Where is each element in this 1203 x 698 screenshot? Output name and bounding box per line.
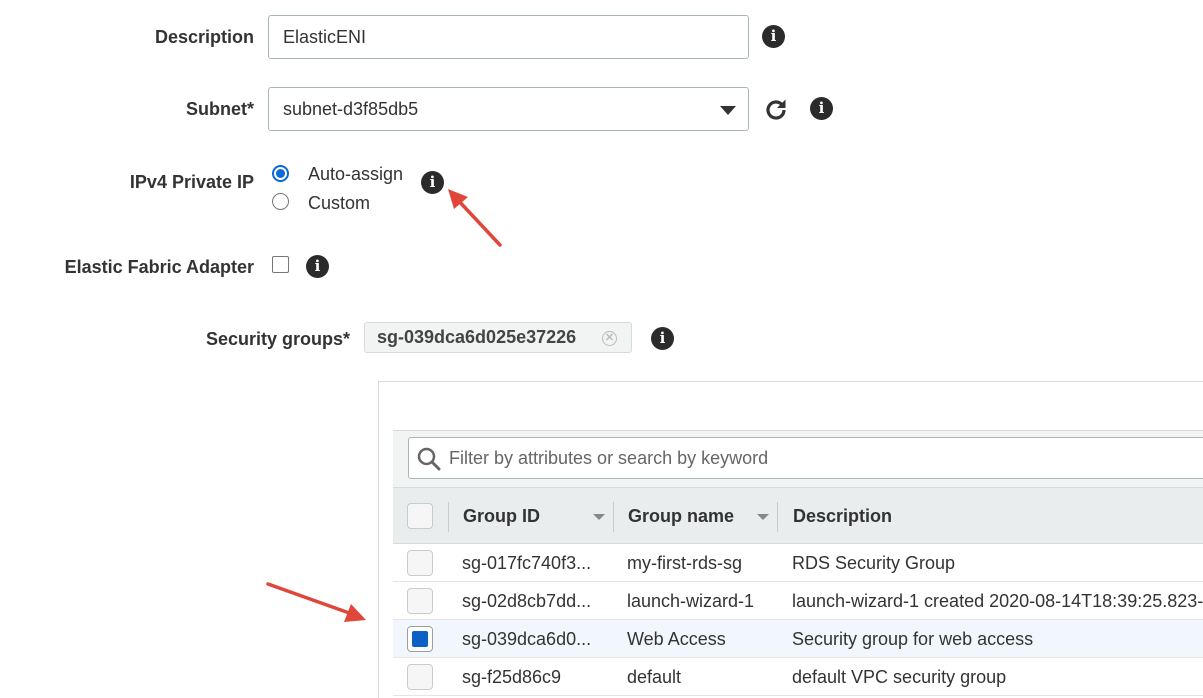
column-header-group-name[interactable]: Group name <box>628 488 734 545</box>
cell-group-name: my-first-rds-sg <box>627 552 742 573</box>
table-header: Group ID Group name Description <box>393 487 1203 544</box>
cell-group-id: sg-02d8cb7dd... <box>462 590 592 611</box>
filter-input-box[interactable] <box>408 437 1203 479</box>
cell-description: default VPC security group <box>792 666 1007 687</box>
info-icon[interactable]: i <box>810 97 833 120</box>
column-header-description[interactable]: Description <box>793 488 892 545</box>
cell-group-name: Web Access <box>627 628 726 649</box>
column-divider <box>448 502 449 532</box>
ipv4-label: IPv4 Private IP <box>129 172 254 192</box>
remove-token-icon[interactable]: ✕ <box>602 331 617 346</box>
row-checkbox[interactable] <box>407 588 433 614</box>
efa-checkbox[interactable] <box>272 256 289 273</box>
sort-caret-icon[interactable] <box>757 514 769 520</box>
column-divider <box>613 502 614 532</box>
table-row[interactable]: sg-039dca6d0... Web Access Security grou… <box>393 620 1203 658</box>
subnet-select-value: subnet-d3f85db5 <box>283 98 419 119</box>
search-icon <box>417 447 441 471</box>
cell-group-id: sg-039dca6d0... <box>462 628 592 649</box>
cell-group-id: sg-f25d86c9 <box>462 666 562 687</box>
cell-description: Security group for web access <box>792 628 1034 649</box>
security-group-token-label: sg-039dca6d025e37226 <box>377 327 577 347</box>
subnet-label: Subnet* <box>185 99 254 119</box>
table-row[interactable]: sg-f25d86c9 default default VPC security… <box>393 658 1203 696</box>
refresh-icon[interactable] <box>763 97 789 123</box>
radio-label-custom: Custom <box>308 193 371 213</box>
annotation-arrow-icon <box>448 189 502 247</box>
security-groups-label: Security groups* <box>205 329 350 349</box>
cell-description: RDS Security Group <box>792 552 956 573</box>
info-icon[interactable]: i <box>306 255 329 278</box>
info-icon[interactable]: i <box>421 171 444 194</box>
cell-description: launch-wizard-1 created 2020-08-14T18:39… <box>792 590 1203 611</box>
radio-label-auto-assign: Auto-assign <box>308 164 404 184</box>
efa-label: Elastic Fabric Adapter <box>64 257 254 277</box>
radio-custom[interactable] <box>272 193 289 210</box>
cell-group-name: launch-wizard-1 <box>627 590 755 611</box>
sort-caret-icon[interactable] <box>593 514 605 520</box>
table-row[interactable]: sg-017fc740f3... my-first-rds-sg RDS Sec… <box>393 544 1203 582</box>
row-checkbox[interactable] <box>407 550 433 576</box>
description-input[interactable] <box>268 15 749 59</box>
column-divider <box>777 502 778 532</box>
filter-input[interactable] <box>449 447 1203 469</box>
security-group-token[interactable]: sg-039dca6d025e37226 ✕ <box>364 322 632 353</box>
info-icon[interactable]: i <box>762 25 785 48</box>
row-checkbox[interactable] <box>407 626 433 652</box>
cell-group-id: sg-017fc740f3... <box>462 552 592 573</box>
chevron-down-icon <box>720 106 736 115</box>
description-label: Description <box>154 27 254 47</box>
cell-group-name: default <box>627 666 682 687</box>
row-checkbox[interactable] <box>407 664 433 690</box>
annotation-arrow-icon <box>266 582 366 622</box>
info-icon[interactable]: i <box>651 327 674 350</box>
select-all-checkbox[interactable] <box>407 503 433 529</box>
table-row[interactable]: sg-02d8cb7dd... launch-wizard-1 launch-w… <box>393 582 1203 620</box>
column-header-group-id[interactable]: Group ID <box>463 488 540 545</box>
radio-auto-assign[interactable] <box>272 165 289 182</box>
subnet-select[interactable]: subnet-d3f85db5 <box>268 87 749 131</box>
